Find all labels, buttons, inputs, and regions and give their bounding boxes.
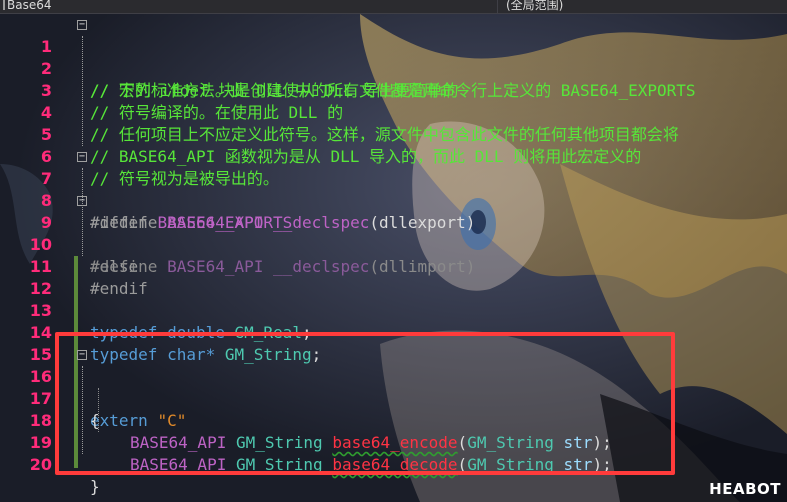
code-line: 10 #define BASE64_API __declspec(dllimpo…	[0, 212, 787, 276]
line-number: 20	[29, 455, 52, 474]
code-editor[interactable]: 1 − // 下列 ifdef 块是创建使从 DLL 导出更简单的 2 // 宏…	[0, 14, 787, 502]
code-line: 11 #endif	[0, 234, 787, 298]
code-line: 3 // 符号编译的。在使用此 DLL 的	[0, 58, 787, 122]
navigation-bar: Base64 (全局范围)	[0, 0, 787, 14]
collapse-icon[interactable]: −	[77, 20, 87, 30]
file-scope-label: Base64	[7, 0, 52, 12]
brace: }	[90, 477, 100, 496]
highlight-box	[55, 332, 675, 475]
code-line: 7 − #ifdef BASE64_EXPORTS	[0, 146, 787, 233]
code-line: 12	[0, 256, 787, 298]
code-line: 9 − #else	[0, 190, 787, 277]
code-line: 8 #define BASE64_API __declspec(dllexpor…	[0, 168, 787, 232]
dropdown-marker-icon	[3, 0, 5, 10]
code-line: 1 − // 下列 ifdef 块是创建使从 DLL 导出更简单的	[0, 14, 787, 101]
code-line: 14 typedef char* GM_String;	[0, 300, 787, 364]
code-line: 13 typedef double GM_Real;	[0, 278, 787, 342]
collapse-icon[interactable]: −	[77, 196, 87, 206]
code-line: 5 // BASE64_API 函数视为是从 DLL 导入的，而此 DLL 则将…	[0, 102, 787, 166]
file-scope-dropdown[interactable]: Base64	[0, 0, 498, 13]
code-line: 2 // 宏的标准方法。此 DLL 中的所有文件都是用命令行上定义的 BASE6…	[0, 36, 787, 100]
watermark-text: HEABOT	[709, 480, 781, 498]
symbol-scope-label: (全局范围)	[506, 0, 564, 12]
symbol-scope-dropdown[interactable]: (全局范围)	[503, 0, 787, 13]
collapse-icon[interactable]: −	[77, 152, 87, 162]
code-line: 4 // 任何项目上不应定义此符号。这样，源文件中包含此文件的任何其他项目都会将	[0, 80, 787, 144]
code-line: 6 // 符号视为是被导出的。	[0, 124, 787, 188]
